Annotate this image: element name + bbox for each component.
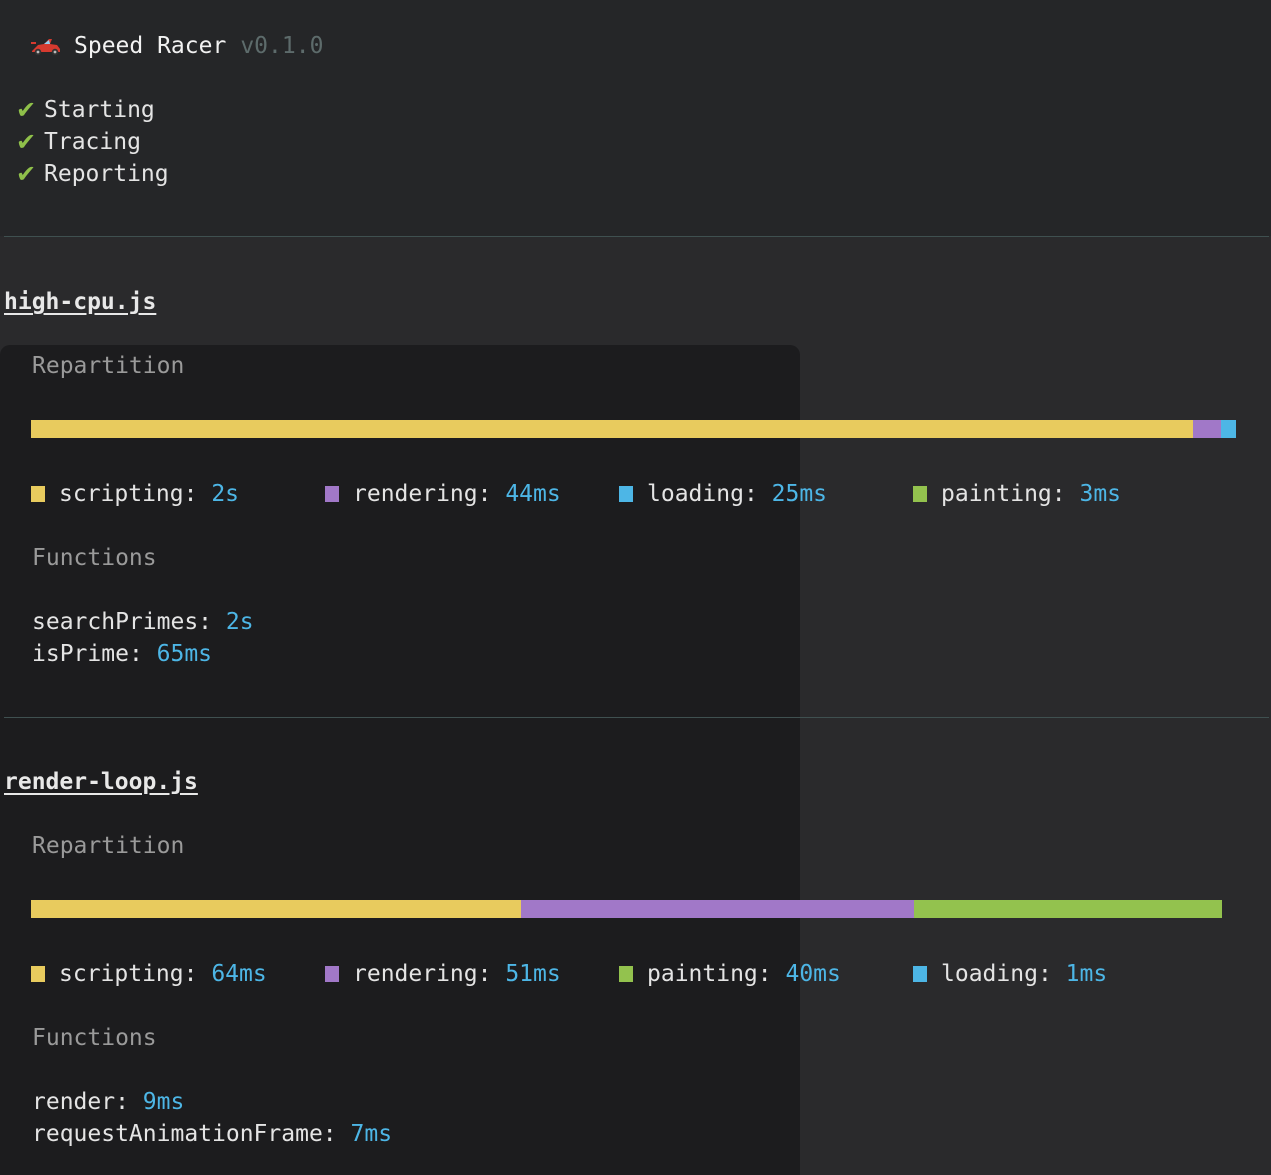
legend-item-scripting: scripting: 2s — [31, 478, 239, 510]
legend-separator: : — [183, 481, 212, 507]
function-name: requestAnimationFrame — [32, 1121, 323, 1147]
legend-swatch — [325, 966, 339, 982]
function-separator: : — [322, 1121, 351, 1147]
step-item: ✔ Reporting — [16, 158, 169, 190]
repartition-bar — [31, 420, 1236, 438]
function-list: searchPrimes: 2s isPrime: 65ms — [32, 606, 254, 670]
legend-item-loading: loading: 25ms — [619, 478, 827, 510]
function-separator: : — [115, 1089, 143, 1115]
step-label: Reporting — [44, 161, 169, 187]
legend-swatch — [619, 486, 633, 502]
app-name: Speed Racer — [74, 33, 227, 59]
legend-separator: : — [477, 481, 506, 507]
check-icon: ✔ — [16, 128, 37, 156]
function-row: render: 9ms — [32, 1086, 392, 1118]
legend-label: rendering — [353, 961, 478, 987]
bar-segment-rendering — [521, 900, 914, 918]
legend-value: 3ms — [1079, 481, 1122, 507]
function-row: requestAnimationFrame: 7ms — [32, 1118, 392, 1150]
app-title-row: Speed Racer v0.1.0 — [30, 30, 323, 62]
functions-label: Functions — [32, 545, 157, 571]
section-divider — [4, 236, 1269, 237]
step-item: ✔ Tracing — [16, 126, 169, 158]
legend-label: painting — [941, 481, 1052, 507]
legend-item-loading: loading: 1ms — [913, 958, 1107, 990]
function-time: 7ms — [350, 1121, 393, 1147]
bar-segment-painting — [913, 900, 1222, 918]
legend-swatch — [31, 966, 45, 982]
legend-label: scripting — [59, 481, 184, 507]
section-divider — [4, 717, 1269, 718]
legend-swatch — [913, 966, 927, 982]
legend-value: 51ms — [505, 961, 561, 987]
legend-separator: : — [477, 961, 506, 987]
function-time: 2s — [225, 609, 254, 635]
legend-value: 2s — [211, 481, 240, 507]
repartition-legend: scripting: 64ms rendering: 51ms painting: … — [31, 958, 1251, 990]
repartition-legend: scripting: 2s rendering: 44ms loading: 25m… — [31, 478, 1251, 510]
legend-value: 1ms — [1065, 961, 1108, 987]
legend-item-scripting: scripting: 64ms — [31, 958, 267, 990]
legend-item-rendering: rendering: 44ms — [325, 478, 561, 510]
terminal-output: Speed Racer v0.1.0 ✔ Starting ✔ Tracing … — [0, 0, 1271, 1175]
report-file-title: high-cpu.js — [4, 289, 157, 315]
legend-value: 64ms — [211, 961, 267, 987]
function-row: isPrime: 65ms — [32, 638, 254, 670]
repartition-label: Repartition — [32, 833, 185, 859]
step-list: ✔ Starting ✔ Tracing ✔ Reporting — [16, 94, 169, 190]
functions-label: Functions — [32, 1025, 157, 1051]
bar-segment-scripting — [31, 900, 522, 918]
step-label: Starting — [44, 97, 155, 123]
legend-value: 40ms — [785, 961, 841, 987]
repartition-label: Repartition — [32, 353, 185, 379]
check-icon: ✔ — [16, 160, 37, 188]
app-version: v0.1.0 — [240, 33, 324, 59]
function-row: searchPrimes: 2s — [32, 606, 254, 638]
legend-swatch — [325, 486, 339, 502]
legend-label: painting — [647, 961, 758, 987]
repartition-bar — [31, 900, 1222, 918]
legend-label: scripting — [59, 961, 184, 987]
legend-label: rendering — [353, 481, 478, 507]
function-separator: : — [198, 609, 226, 635]
legend-item-painting: painting: 40ms — [619, 958, 841, 990]
function-separator: : — [128, 641, 157, 667]
legend-swatch — [31, 486, 45, 502]
race-car-icon — [31, 39, 60, 56]
function-name: isPrime — [32, 641, 129, 667]
function-time: 65ms — [156, 641, 213, 667]
legend-item-painting: painting: 3ms — [913, 478, 1121, 510]
bar-segment-rendering — [1192, 420, 1221, 438]
legend-swatch — [913, 486, 927, 502]
legend-separator: : — [757, 961, 786, 987]
legend-separator: : — [183, 961, 212, 987]
bar-segment-scripting — [31, 420, 1193, 438]
function-name: searchPrimes — [32, 609, 199, 635]
check-icon: ✔ — [16, 96, 37, 124]
bar-segment-loading — [1220, 420, 1236, 438]
legend-separator: : — [1051, 481, 1080, 507]
step-item: ✔ Starting — [16, 94, 169, 126]
function-time: 9ms — [142, 1089, 185, 1115]
step-label: Tracing — [44, 129, 141, 155]
legend-item-rendering: rendering: 51ms — [325, 958, 561, 990]
function-list: render: 9ms requestAnimationFrame: 7ms — [32, 1086, 392, 1150]
legend-label: loading — [941, 961, 1038, 987]
legend-swatch — [619, 966, 633, 982]
legend-value: 25ms — [771, 481, 828, 507]
legend-separator: : — [1037, 961, 1066, 987]
report-file-title: render-loop.js — [4, 769, 198, 795]
function-name: render — [32, 1089, 116, 1115]
legend-separator: : — [743, 481, 772, 507]
legend-label: loading — [647, 481, 744, 507]
legend-value: 44ms — [505, 481, 561, 507]
